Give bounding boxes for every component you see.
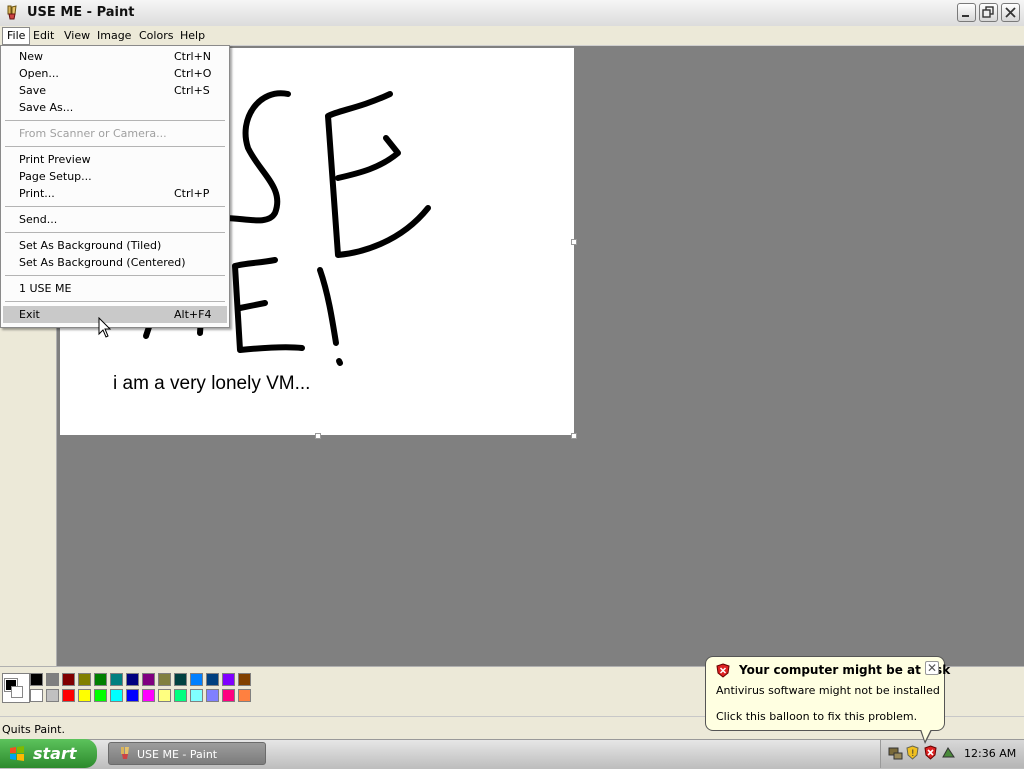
- balloon-message: Antivirus software might not be installe…: [716, 684, 940, 697]
- color-swatch[interactable]: [238, 689, 251, 702]
- file-menu-print-preview[interactable]: Print Preview: [3, 151, 227, 168]
- menu-edit[interactable]: Edit: [29, 28, 58, 43]
- windows-logo-icon: [10, 746, 24, 761]
- restore-button[interactable]: [979, 3, 998, 22]
- menu-image[interactable]: Image: [93, 28, 135, 43]
- background-color: [11, 686, 23, 698]
- menu-separator: [5, 120, 225, 121]
- file-menu-dropdown: New Ctrl+N Open... Ctrl+O Save Ctrl+S Sa…: [0, 45, 230, 328]
- color-swatch[interactable]: [30, 689, 43, 702]
- menu-separator: [5, 275, 225, 276]
- tray-update-icon[interactable]: [941, 745, 956, 760]
- color-swatch[interactable]: [238, 673, 251, 686]
- file-menu-background-centered[interactable]: Set As Background (Centered): [3, 254, 227, 271]
- mouse-cursor-icon: [98, 317, 112, 338]
- status-text: Quits Paint.: [2, 723, 65, 736]
- menu-colors[interactable]: Colors: [135, 28, 177, 43]
- balloon-action-text[interactable]: Click this balloon to fix this problem.: [716, 710, 917, 723]
- color-swatch[interactable]: [78, 673, 91, 686]
- balloon-title: Your computer might be at risk: [739, 663, 951, 677]
- color-swatch[interactable]: [190, 673, 203, 686]
- color-swatch[interactable]: [62, 689, 75, 702]
- color-swatch[interactable]: [222, 689, 235, 702]
- color-swatch[interactable]: [46, 689, 59, 702]
- color-swatch[interactable]: [30, 673, 43, 686]
- color-swatch[interactable]: [142, 689, 155, 702]
- file-menu-page-setup[interactable]: Page Setup...: [3, 168, 227, 185]
- start-label: start: [33, 744, 77, 763]
- canvas-text: i am a very lonely VM...: [113, 373, 311, 394]
- color-swatch[interactable]: [62, 673, 75, 686]
- canvas-resize-handle-right[interactable]: [571, 239, 577, 245]
- close-button[interactable]: [1001, 3, 1020, 22]
- tray-network-icon[interactable]: [888, 745, 903, 760]
- color-swatch[interactable]: [190, 689, 203, 702]
- menu-view[interactable]: View: [60, 28, 94, 43]
- restore-icon: [982, 6, 994, 18]
- color-swatch[interactable]: [126, 673, 139, 686]
- menu-help[interactable]: Help: [176, 28, 209, 43]
- menu-separator: [5, 206, 225, 207]
- color-swatch[interactable]: [222, 673, 235, 686]
- file-menu-send[interactable]: Send...: [3, 211, 227, 228]
- security-alert-icon: [716, 663, 730, 678]
- taskbar-item-label: USE ME - Paint: [137, 748, 218, 761]
- menu-file[interactable]: File: [2, 27, 31, 45]
- menu-separator: [5, 146, 225, 147]
- balloon-tail-fill: [921, 729, 931, 741]
- menu-separator: [5, 301, 225, 302]
- color-swatch[interactable]: [78, 689, 91, 702]
- start-button[interactable]: start: [0, 739, 97, 768]
- tray-alert-shield-icon[interactable]: [923, 745, 938, 760]
- color-swatch[interactable]: [206, 673, 219, 686]
- color-swatch[interactable]: [94, 673, 107, 686]
- file-menu-save-as[interactable]: Save As...: [3, 99, 227, 116]
- color-swatch[interactable]: [110, 673, 123, 686]
- minimize-icon: [962, 15, 969, 17]
- file-menu-background-tiled[interactable]: Set As Background (Tiled): [3, 237, 227, 254]
- canvas-resize-handle-bottom[interactable]: [315, 433, 321, 439]
- file-menu-open[interactable]: Open... Ctrl+O: [3, 65, 227, 82]
- color-swatch[interactable]: [158, 673, 171, 686]
- paint-app-icon: [121, 747, 129, 759]
- color-swatch[interactable]: [174, 673, 187, 686]
- minimize-button[interactable]: [957, 3, 976, 22]
- file-menu-recent-file[interactable]: 1 USE ME: [3, 280, 227, 297]
- svg-text:!: !: [911, 749, 915, 759]
- color-swatch[interactable]: [206, 689, 219, 702]
- file-menu-exit[interactable]: Exit Alt+F4: [3, 306, 227, 323]
- menu-separator: [5, 232, 225, 233]
- color-swatch[interactable]: [142, 673, 155, 686]
- file-menu-save[interactable]: Save Ctrl+S: [3, 82, 227, 99]
- menu-bar: File Edit View Image Colors Help: [0, 26, 1024, 46]
- color-swatch[interactable]: [46, 673, 59, 686]
- color-swatch[interactable]: [126, 689, 139, 702]
- close-icon: [1005, 7, 1016, 18]
- taskbar-clock[interactable]: 12:36 AM: [964, 747, 1016, 760]
- color-swatch[interactable]: [94, 689, 107, 702]
- color-swatch[interactable]: [174, 689, 187, 702]
- taskbar-item-paint[interactable]: USE ME - Paint: [108, 742, 266, 765]
- tray-security-shield-icon[interactable]: !: [905, 745, 920, 760]
- file-menu-new[interactable]: New Ctrl+N: [3, 48, 227, 65]
- color-swatch[interactable]: [110, 689, 123, 702]
- window-title: USE ME - Paint: [27, 5, 135, 20]
- canvas-resize-handle-corner[interactable]: [571, 433, 577, 439]
- balloon-close-button[interactable]: ✕: [925, 661, 939, 675]
- paint-app-icon: [7, 5, 17, 20]
- file-menu-print[interactable]: Print... Ctrl+P: [3, 185, 227, 202]
- title-bar: USE ME - Paint: [0, 0, 1024, 27]
- color-swatch[interactable]: [158, 689, 171, 702]
- file-menu-from-scanner: From Scanner or Camera...: [19, 127, 167, 140]
